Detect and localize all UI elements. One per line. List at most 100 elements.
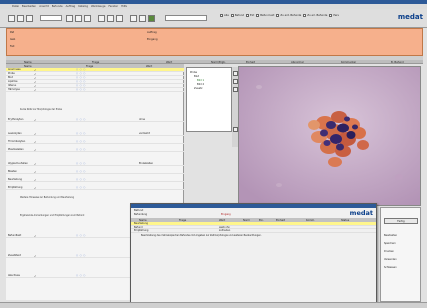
rating-icons[interactable]: ○ ○ ○: [76, 148, 86, 151]
col-einheit[interactable]: Einheit: [246, 61, 255, 64]
rating-icons[interactable]: ○ ○ ○: [76, 132, 86, 135]
col-kommentar[interactable]: Kommentar: [341, 61, 356, 64]
menu-item-view[interactable]: Ansicht: [39, 5, 49, 8]
col-norm[interactable]: Norm/Ergb.: [211, 61, 226, 64]
finding-row[interactable]: Erythrozyten ✓ ○ ○ ○ ohne: [6, 118, 184, 122]
birth-label: Geb: [10, 38, 16, 41]
finding-row[interactable]: Empfehlung ✓ ○ ○ ○: [6, 186, 184, 190]
menu-item-order[interactable]: Auftrag: [66, 5, 76, 8]
filter-zu-erl[interactable]: Zu erl. Befunde: [303, 14, 327, 17]
search-icon[interactable]: [66, 15, 73, 22]
rating-icons[interactable]: ○ ○ ○: [76, 170, 86, 173]
check-mark-icon: ✓: [34, 274, 37, 278]
rotate-icon[interactable]: [232, 87, 238, 92]
finding-label: Blut: [8, 76, 13, 80]
rating-icons[interactable]: ○ ○ ○: [76, 178, 86, 181]
rating-icons[interactable]: ○ ○ ○: [76, 254, 86, 257]
rating-icons[interactable]: ○ ○ ○: [76, 72, 86, 75]
edit-icon[interactable]: [139, 15, 146, 22]
tree-item[interactable]: Zusatz: [194, 87, 202, 90]
tree-item[interactable]: Bild 2: [197, 83, 204, 86]
rating-icons[interactable]: ○ ○ ○: [76, 162, 86, 165]
action-send[interactable]: Versenden: [384, 258, 397, 261]
filter-pers[interactable]: Pers: [329, 14, 339, 17]
findings-note-1: Kurze Notiz zur Morphologie der Probe: [20, 108, 62, 111]
forward-icon[interactable]: [107, 15, 114, 22]
rating-icons[interactable]: ○ ○ ○: [76, 118, 86, 121]
refresh-icon[interactable]: [116, 15, 123, 22]
finding-label: Probe: [8, 72, 15, 76]
rating-icons[interactable]: ○ ○ ○: [76, 68, 86, 71]
new-icon[interactable]: [8, 15, 15, 22]
mail-icon[interactable]: [84, 15, 91, 22]
microscope-image[interactable]: [238, 66, 421, 206]
check-mark-icon: ✓: [34, 148, 37, 152]
rating-icons[interactable]: ○ ○ ○: [76, 88, 86, 91]
menu-item-tools[interactable]: Werkzeuge: [91, 5, 105, 8]
check-icon[interactable]: [148, 15, 155, 22]
sample-tree: Probe Blut Bild 1 Bild 2 Zusatz: [186, 67, 232, 132]
check-mark-icon: ✓: [34, 162, 37, 166]
finding-row[interactable]: Thrombozyten ✓ ○ ○ ○: [6, 140, 184, 144]
action-close[interactable]: Schliessen: [384, 266, 397, 269]
status-bar: [0, 302, 427, 308]
action-edit[interactable]: Bearbeiten: [384, 234, 397, 237]
camera-icon[interactable]: [232, 127, 238, 132]
action-save[interactable]: Speichern: [384, 242, 396, 245]
action-panel: Fertig Bearbeiten Speichern Drucken Vers…: [380, 207, 421, 302]
filter-befund-ext[interactable]: Befund ext: [256, 14, 274, 17]
image-icon[interactable]: [130, 15, 137, 22]
tree-item[interactable]: Bild 1: [197, 79, 204, 82]
filter-zu-ext[interactable]: Zu ext. Befunde: [276, 14, 301, 17]
tree-item[interactable]: Blut: [194, 75, 199, 78]
zoom-out-icon[interactable]: [232, 79, 238, 84]
back-icon[interactable]: [98, 15, 105, 22]
finding-row[interactable]: Leukozyten ✓ ○ ○ ○ vermehrt: [6, 132, 184, 136]
dialog-row[interactable]: Empfehlung zufrieden: [131, 229, 376, 233]
finding-row[interactable]: Plasmazellen ✓ ○ ○ ○: [6, 148, 184, 152]
finding-label: Beurteilung: [8, 178, 22, 182]
print-icon[interactable]: [75, 15, 82, 22]
menu-item-window[interactable]: Fenster: [108, 5, 118, 8]
rating-icons[interactable]: ○ ○ ○: [76, 84, 86, 87]
col-abnormal[interactable]: Abnormal: [291, 61, 304, 64]
dialog-received: Eingang: [221, 213, 231, 216]
patient-search-input[interactable]: [40, 15, 62, 21]
filter-all[interactable]: Alle: [220, 14, 229, 17]
filter-input[interactable]: [165, 15, 207, 21]
menu-item-reports[interactable]: Befunde: [52, 5, 63, 8]
menu-item-catalog[interactable]: Katalog: [78, 5, 88, 8]
menu-item-help[interactable]: Hilfe: [121, 5, 127, 8]
finding-row[interactable]: Hämolyse ✓ ○ ○ ○: [6, 88, 184, 92]
col-status[interactable]: B. Befund: [391, 61, 404, 64]
save-icon[interactable]: [26, 15, 33, 22]
action-print[interactable]: Drucken: [384, 250, 394, 253]
filter-ext[interactable]: Ext: [246, 14, 254, 17]
finding-label: Hämolyse: [8, 88, 20, 92]
tree-root[interactable]: Probe: [190, 71, 197, 74]
rating-icons[interactable]: ○ ○ ○: [76, 186, 86, 189]
application-window: Datei Bearbeiten Ansicht Befunde Auftrag…: [0, 0, 427, 308]
menu-item-file[interactable]: Datei: [12, 5, 19, 8]
rating-icons[interactable]: ○ ○ ○: [76, 76, 86, 79]
rating-icons[interactable]: ○ ○ ○: [76, 234, 86, 237]
finding-row[interactable]: Blasten ✓ ○ ○ ○: [6, 170, 184, 174]
menu-item-edit[interactable]: Bearbeiten: [22, 5, 36, 8]
zoom-in-icon[interactable]: [232, 71, 238, 76]
rating-icons[interactable]: ○ ○ ○: [76, 140, 86, 143]
toolbar: Alle Befund Ext Befund ext Zu ext. Befun…: [0, 9, 427, 28]
rating-icons[interactable]: ○ ○ ○: [76, 274, 86, 277]
cell-cluster-image: [239, 67, 420, 205]
check-mark-icon: ✓: [34, 178, 37, 182]
open-icon[interactable]: [17, 15, 24, 22]
finding-row[interactable]: Atypische Zellen ✓ ○ ○ ○ Einzelzellen: [6, 162, 184, 166]
done-button[interactable]: Fertig: [384, 218, 418, 224]
finding-label: Leukozyten: [8, 132, 22, 136]
rating-icons[interactable]: ○ ○ ○: [76, 80, 86, 83]
filter-befund[interactable]: Befund: [230, 14, 244, 17]
check-mark-icon: ✓: [34, 140, 37, 144]
check-mark-icon: ✓: [34, 118, 37, 122]
finding-row[interactable]: Beurteilung ✓ ○ ○ ○: [6, 178, 184, 182]
finding-label: Thrombozyten: [8, 140, 26, 144]
case-label: Fall: [10, 45, 15, 48]
